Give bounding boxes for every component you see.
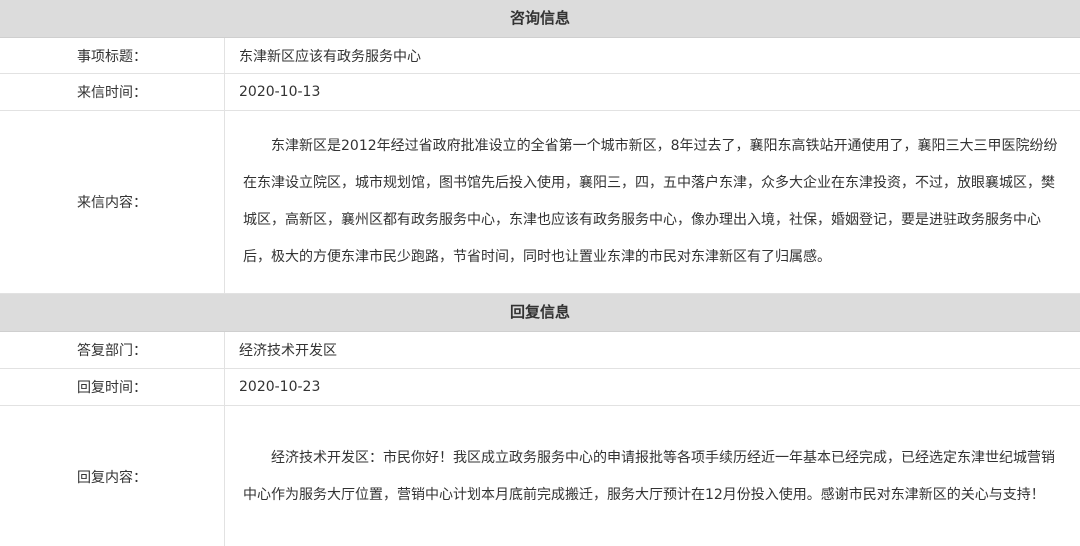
subject-label: 事项标题： <box>0 38 225 73</box>
reply-date-value: 2020-10-23 <box>239 379 321 395</box>
inquiry-content-label: 来信内容： <box>0 111 225 293</box>
reply-content-row: 回复内容： 经济技术开发区：市民你好！我区成立政务服务中心的申请报批等各项手续历… <box>0 406 1080 546</box>
inquiry-date-row: 来信时间： 2020-10-13 <box>0 74 1080 111</box>
inquiry-date-label: 来信时间： <box>0 74 225 110</box>
inquiry-section-header: 咨询信息 <box>0 0 1080 38</box>
subject-row: 事项标题： 东津新区应该有政务服务中心 <box>0 38 1080 74</box>
reply-dept-row: 答复部门： 经济技术开发区 <box>0 332 1080 369</box>
reply-content-text: 经济技术开发区：市民你好！我区成立政务服务中心的申请报批等各项手续历经近一年基本… <box>243 449 1055 503</box>
message-detail-table: 咨询信息 事项标题： 东津新区应该有政务服务中心 来信时间： 2020-10-1… <box>0 0 1080 546</box>
reply-content-label: 回复内容： <box>0 406 225 546</box>
reply-dept-label: 答复部门： <box>0 332 225 368</box>
reply-date-row: 回复时间： 2020-10-23 <box>0 369 1080 406</box>
reply-date-label: 回复时间： <box>0 369 225 405</box>
inquiry-content-text: 东津新区是2012年经过省政府批准设立的全省第一个城市新区，8年过去了，襄阳东高… <box>243 138 1058 265</box>
reply-dept-value: 经济技术开发区 <box>239 343 337 359</box>
subject-value: 东津新区应该有政务服务中心 <box>239 48 421 65</box>
inquiry-date-value: 2020-10-13 <box>239 84 321 100</box>
inquiry-content-row: 来信内容： 东津新区是2012年经过省政府批准设立的全省第一个城市新区，8年过去… <box>0 111 1080 294</box>
reply-section-header: 回复信息 <box>0 294 1080 332</box>
